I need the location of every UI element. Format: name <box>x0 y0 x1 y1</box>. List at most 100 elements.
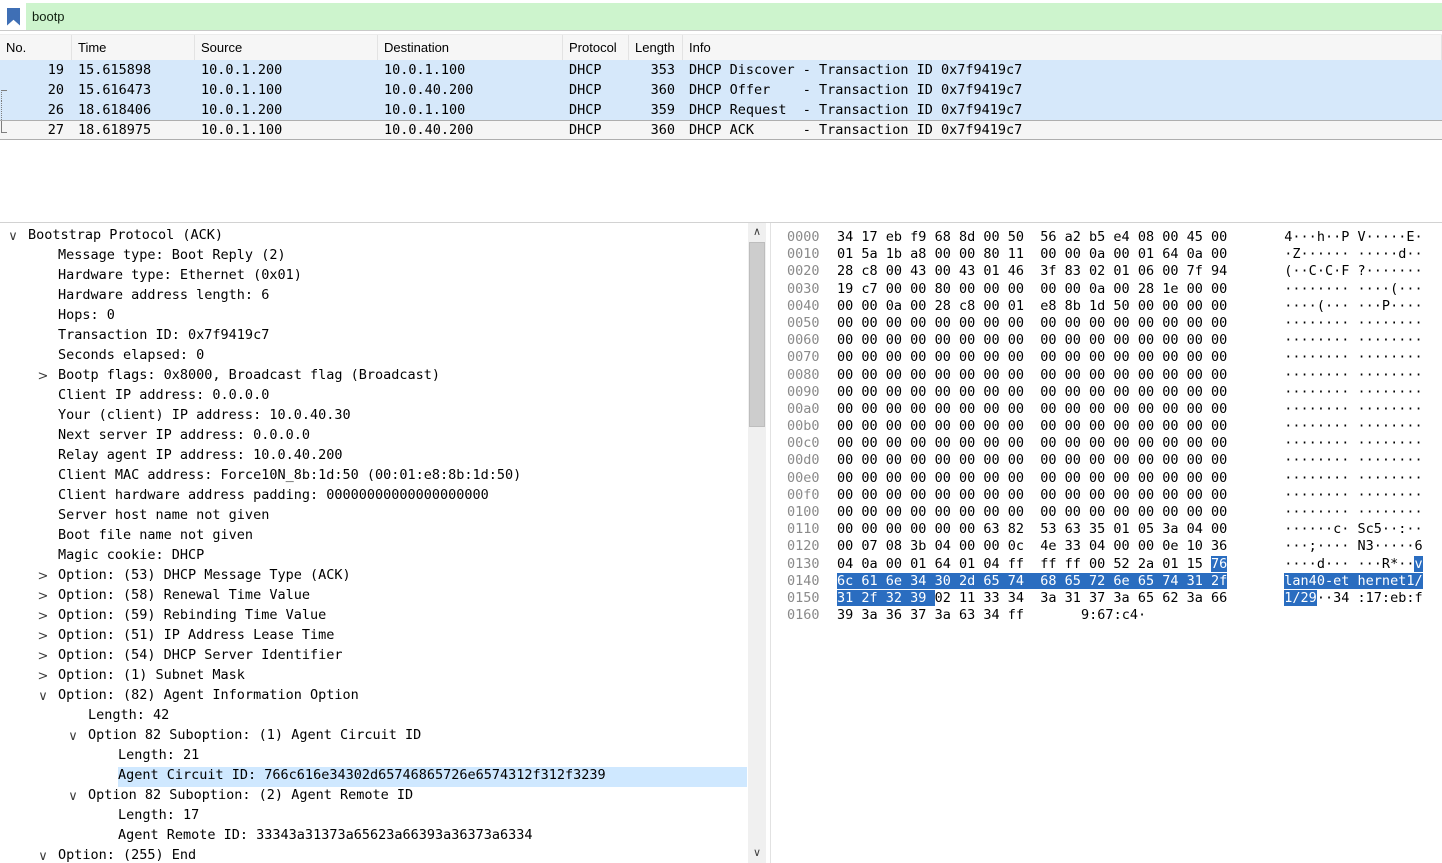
detail-tree-row[interactable]: Hardware type: Ethernet (0x01) <box>0 267 747 287</box>
detail-tree-row[interactable]: >Option: (54) DHCP Server Identifier <box>0 647 747 667</box>
hex-bytes[interactable]: 01 5a 1b a8 00 00 80 11 00 00 0a 00 01 6… <box>837 246 1227 263</box>
hex-line[interactable]: 001001 5a 1b a8 00 00 80 11 00 00 0a 00 … <box>775 246 1442 263</box>
hex-ascii[interactable]: ········ ········ <box>1284 332 1422 349</box>
hex-bytes[interactable]: 28 c8 00 43 00 43 01 46 3f 83 02 01 06 0… <box>837 263 1227 280</box>
hex-ascii[interactable]: ········ ········ <box>1284 349 1422 366</box>
hex-line[interactable]: 00b000 00 00 00 00 00 00 00 00 00 00 00 … <box>775 418 1442 435</box>
hex-ascii[interactable]: ········ ········ <box>1284 315 1422 332</box>
hex-line[interactable]: 008000 00 00 00 00 00 00 00 00 00 00 00 … <box>775 367 1442 384</box>
column-header-destination[interactable]: Destination <box>378 35 563 60</box>
hex-bytes[interactable]: 00 00 00 00 00 00 00 00 00 00 00 00 00 0… <box>837 435 1227 452</box>
detail-tree-row[interactable]: Agent Circuit ID: 766c616e34302d65746865… <box>0 767 747 787</box>
detail-tree-row[interactable]: >Option: (58) Renewal Time Value <box>0 587 747 607</box>
chevron-right-icon[interactable]: > <box>34 607 52 627</box>
hex-bytes[interactable]: 00 00 00 00 00 00 00 00 00 00 00 00 00 0… <box>837 418 1227 435</box>
hex-line[interactable]: 00d000 00 00 00 00 00 00 00 00 00 00 00 … <box>775 452 1442 469</box>
column-header-time[interactable]: Time <box>72 35 195 60</box>
detail-tree-row[interactable]: Client hardware address padding: 0000000… <box>0 487 747 507</box>
hex-line[interactable]: 015031 2f 32 39 02 11 33 34 3a 31 37 3a … <box>775 590 1442 607</box>
chevron-right-icon[interactable]: > <box>34 367 52 387</box>
detail-tree-row[interactable]: Length: 21 <box>0 747 747 767</box>
column-header-info[interactable]: Info <box>683 35 1442 60</box>
detail-tree-row[interactable]: ∨Option 82 Suboption: (2) Agent Remote I… <box>0 787 747 807</box>
detail-tree-row[interactable]: Agent Remote ID: 33343a31373a65623a66393… <box>0 827 747 847</box>
detail-tree-row[interactable]: ∨Bootstrap Protocol (ACK) <box>0 227 747 247</box>
detail-tree-row[interactable]: Your (client) IP address: 10.0.40.30 <box>0 407 747 427</box>
scroll-down-icon[interactable]: ∨ <box>748 845 766 862</box>
hex-ascii[interactable]: ····(··· ···P···· <box>1284 298 1422 315</box>
hex-bytes[interactable]: 00 00 00 00 00 00 00 00 00 00 00 00 00 0… <box>837 384 1227 401</box>
detail-tree-row[interactable]: Boot file name not given <box>0 527 747 547</box>
hex-bytes[interactable]: 00 00 0a 00 28 c8 00 01 e8 8b 1d 50 00 0… <box>837 298 1227 315</box>
detail-tree-row[interactable]: Message type: Boot Reply (2) <box>0 247 747 267</box>
hex-bytes[interactable]: 04 0a 00 01 64 01 04 ff ff ff 00 52 2a 0… <box>837 556 1227 573</box>
hex-bytes[interactable]: 00 00 00 00 00 00 00 00 00 00 00 00 00 0… <box>837 315 1227 332</box>
detail-scrollbar[interactable]: ∧ ∨ <box>748 223 766 863</box>
hex-bytes[interactable]: 00 00 00 00 00 00 00 00 00 00 00 00 00 0… <box>837 487 1227 504</box>
detail-tree-row[interactable]: Server host name not given <box>0 507 747 527</box>
hex-line[interactable]: 010000 00 00 00 00 00 00 00 00 00 00 00 … <box>775 504 1442 521</box>
hex-ascii[interactable]: ········ ····(··· <box>1284 281 1422 298</box>
detail-tree-row[interactable]: Relay agent IP address: 10.0.40.200 <box>0 447 747 467</box>
hex-ascii[interactable]: ········ ········ <box>1284 384 1422 401</box>
hex-ascii[interactable]: lan40-et hernet1/ <box>1284 573 1422 590</box>
hex-ascii[interactable]: ········ ········ <box>1284 452 1422 469</box>
hex-bytes[interactable]: 00 07 08 3b 04 00 00 0c 4e 33 04 00 00 0… <box>837 538 1227 555</box>
packet-row[interactable]: 2015.61647310.0.1.10010.0.40.200DHCP360D… <box>0 80 1442 100</box>
hex-line[interactable]: 011000 00 00 00 00 00 63 82 53 63 35 01 … <box>775 521 1442 538</box>
hex-ascii[interactable]: 4···h··P V·····E· <box>1284 229 1422 246</box>
hex-ascii[interactable]: ····d··· ···R*··v <box>1284 556 1422 573</box>
detail-tree-row[interactable]: Length: 17 <box>0 807 747 827</box>
hex-bytes[interactable]: 00 00 00 00 00 00 00 00 00 00 00 00 00 0… <box>837 401 1227 418</box>
hex-line[interactable]: 002028 c8 00 43 00 43 01 46 3f 83 02 01 … <box>775 263 1442 280</box>
hex-line[interactable]: 000034 17 eb f9 68 8d 00 50 56 a2 b5 e4 … <box>775 229 1442 246</box>
detail-tree-row[interactable]: ∨Option 82 Suboption: (1) Agent Circuit … <box>0 727 747 747</box>
hex-ascii[interactable]: ·Z······ ·····d·· <box>1284 246 1422 263</box>
hex-line[interactable]: 003019 c7 00 00 80 00 00 00 00 00 0a 00 … <box>775 281 1442 298</box>
hex-bytes[interactable]: 00 00 00 00 00 00 63 82 53 63 35 01 05 3… <box>837 521 1227 538</box>
packet-row[interactable]: 2718.61897510.0.1.10010.0.40.200DHCP360D… <box>0 120 1442 140</box>
hex-ascii[interactable]: ········ ········ <box>1284 435 1422 452</box>
chevron-down-icon[interactable]: ∨ <box>4 227 22 247</box>
chevron-down-icon[interactable]: ∨ <box>64 727 82 747</box>
detail-tree-row[interactable]: ∨Option: (82) Agent Information Option <box>0 687 747 707</box>
hex-line[interactable]: 00a000 00 00 00 00 00 00 00 00 00 00 00 … <box>775 401 1442 418</box>
hex-bytes[interactable]: 31 2f 32 39 02 11 33 34 3a 31 37 3a 65 6… <box>837 590 1227 607</box>
hex-line[interactable]: 007000 00 00 00 00 00 00 00 00 00 00 00 … <box>775 349 1442 366</box>
detail-tree-row[interactable]: Hardware address length: 6 <box>0 287 747 307</box>
detail-tree-row[interactable]: >Option: (53) DHCP Message Type (ACK) <box>0 567 747 587</box>
chevron-down-icon[interactable]: ∨ <box>34 687 52 707</box>
hex-bytes[interactable]: 39 3a 36 37 3a 63 34 ff <box>837 607 1024 624</box>
hex-ascii[interactable]: ········ ········ <box>1284 418 1422 435</box>
detail-tree-row[interactable]: >Option: (51) IP Address Lease Time <box>0 627 747 647</box>
hex-bytes[interactable]: 00 00 00 00 00 00 00 00 00 00 00 00 00 0… <box>837 367 1227 384</box>
chevron-down-icon[interactable]: ∨ <box>64 787 82 807</box>
detail-tree-row[interactable]: >Option: (1) Subnet Mask <box>0 667 747 687</box>
hex-line[interactable]: 00e000 00 00 00 00 00 00 00 00 00 00 00 … <box>775 470 1442 487</box>
pane-splitter[interactable] <box>770 223 771 863</box>
hex-line[interactable]: 00f000 00 00 00 00 00 00 00 00 00 00 00 … <box>775 487 1442 504</box>
detail-tree-row[interactable]: Client MAC address: Force10N_8b:1d:50 (0… <box>0 467 747 487</box>
hex-ascii[interactable]: 9:67:c4· <box>1081 607 1154 624</box>
chevron-down-icon[interactable]: ∨ <box>34 847 52 863</box>
chevron-right-icon[interactable]: > <box>34 587 52 607</box>
hex-line[interactable]: 013004 0a 00 01 64 01 04 ff ff ff 00 52 … <box>775 556 1442 573</box>
hex-bytes[interactable]: 00 00 00 00 00 00 00 00 00 00 00 00 00 0… <box>837 349 1227 366</box>
detail-tree-row[interactable]: Seconds elapsed: 0 <box>0 347 747 367</box>
hex-line[interactable]: 01406c 61 6e 34 30 2d 65 74 68 65 72 6e … <box>775 573 1442 590</box>
hex-bytes[interactable]: 00 00 00 00 00 00 00 00 00 00 00 00 00 0… <box>837 332 1227 349</box>
hex-bytes[interactable]: 00 00 00 00 00 00 00 00 00 00 00 00 00 0… <box>837 504 1227 521</box>
hex-bytes[interactable]: 00 00 00 00 00 00 00 00 00 00 00 00 00 0… <box>837 452 1227 469</box>
hex-ascii[interactable]: 1/29··34 :17:eb:f <box>1284 590 1422 607</box>
chevron-right-icon[interactable]: > <box>34 667 52 687</box>
hex-bytes[interactable]: 34 17 eb f9 68 8d 00 50 56 a2 b5 e4 08 0… <box>837 229 1227 246</box>
chevron-right-icon[interactable]: > <box>34 627 52 647</box>
hex-bytes[interactable]: 00 00 00 00 00 00 00 00 00 00 00 00 00 0… <box>837 470 1227 487</box>
filter-bookmark-icon[interactable] <box>7 8 20 26</box>
hex-line[interactable]: 004000 00 0a 00 28 c8 00 01 e8 8b 1d 50 … <box>775 298 1442 315</box>
chevron-right-icon[interactable]: > <box>34 567 52 587</box>
scroll-up-icon[interactable]: ∧ <box>748 224 766 241</box>
detail-tree-row[interactable]: >Option: (59) Rebinding Time Value <box>0 607 747 627</box>
hex-bytes[interactable]: 19 c7 00 00 80 00 00 00 00 00 0a 00 28 1… <box>837 281 1227 298</box>
hex-ascii[interactable]: ········ ········ <box>1284 487 1422 504</box>
